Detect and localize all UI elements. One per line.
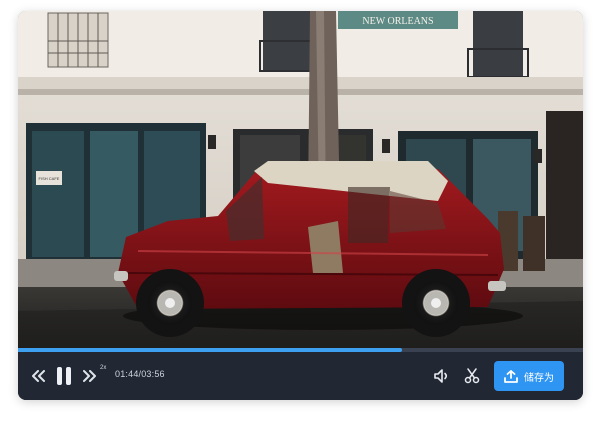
save-as-label: 储存为 [524,372,554,384]
volume-icon [434,369,448,383]
video-player: NEW ORLEANS FISH CAFE 2x 01:44/03:56 储存为 [18,11,583,400]
storefront-sign: NEW ORLEANS [362,16,433,27]
volume-button[interactable] [432,366,452,386]
time-display: 01:44/03:56 [115,369,165,379]
pause-icon [57,367,71,385]
upload-icon [504,369,518,383]
fast-forward-button[interactable] [82,366,98,386]
pause-button[interactable] [54,365,74,387]
cut-button[interactable] [462,366,482,386]
rewind-button[interactable] [30,366,46,386]
save-as-button[interactable]: 储存为 [494,361,564,391]
speed-label[interactable]: 2x [100,365,106,371]
scissors-icon [464,368,480,384]
shop-sign: FISH CAFE [39,176,60,181]
fast-forward-icon [83,370,96,382]
video-thumbnail-image: NEW ORLEANS FISH CAFE [18,11,583,350]
rewind-icon [32,370,45,382]
video-frame[interactable]: NEW ORLEANS FISH CAFE [18,11,583,350]
control-bar: 2x 01:44/03:56 储存为 [18,352,583,400]
